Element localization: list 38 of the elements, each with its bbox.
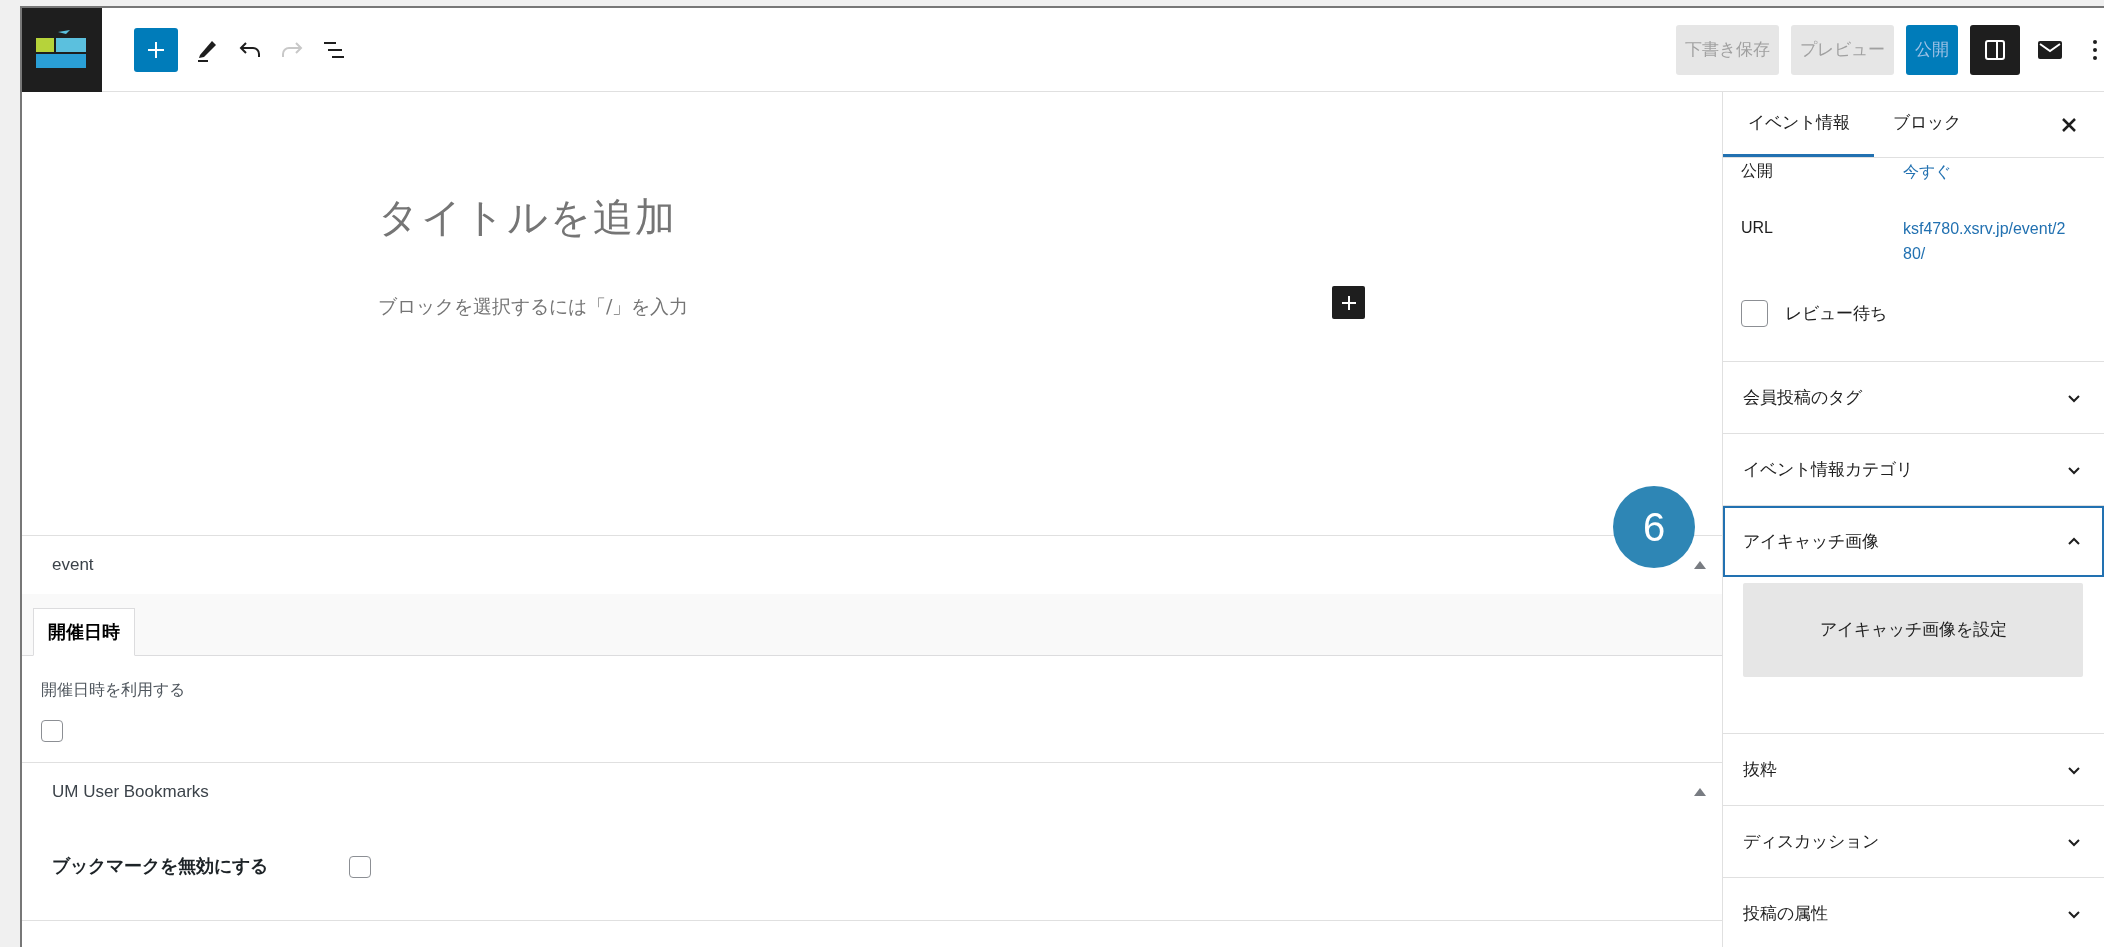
block-placeholder[interactable]: ブロックを選択するには「/」を入力	[378, 292, 689, 321]
panel-header[interactable]: イベント情報カテゴリ	[1723, 434, 2104, 505]
field-label: URL	[1741, 218, 1774, 238]
plus-icon	[146, 39, 166, 60]
checkbox[interactable]	[1741, 300, 1768, 327]
plus-icon	[1340, 294, 1357, 311]
panel-header[interactable]: 抜粋	[1723, 734, 2104, 805]
sidebar-tab[interactable]: イベント情報	[1723, 92, 1874, 157]
panel-header[interactable]: 会員投稿のタグ	[1723, 362, 2104, 433]
checkbox[interactable]	[349, 855, 371, 878]
value-link[interactable]: ksf4780.xsrv.jp/event/280/	[1903, 216, 2066, 266]
checkbox[interactable]	[41, 720, 63, 742]
set-image-button[interactable]: アイキャッチ画像を設定	[1743, 583, 2083, 677]
panel-header[interactable]: アイキャッチ画像	[1723, 506, 2104, 577]
envelope-icon[interactable]	[2038, 40, 2062, 59]
panel-header[interactable]: 投稿の属性	[1723, 878, 2104, 947]
checkbox-label[interactable]: レビュー待ち	[1785, 300, 1887, 327]
add-block-button[interactable]	[1332, 286, 1365, 319]
collapse-arrow-icon[interactable]	[1694, 561, 1706, 569]
sidebar-icon	[1983, 37, 2007, 62]
collapse-arrow-icon[interactable]	[1694, 788, 1706, 796]
metabox-title[interactable]: event	[52, 552, 94, 578]
tab[interactable]: 開催日時	[33, 608, 135, 656]
panel-header[interactable]: ディスカッション	[1723, 806, 2104, 877]
site-logo[interactable]	[22, 7, 102, 92]
sidebar-toggle-button[interactable]	[1970, 24, 2020, 75]
sidebar-tab[interactable]: ブロック	[1874, 92, 1980, 157]
value-link[interactable]: 今すぐ	[1903, 159, 2066, 184]
close-icon[interactable]	[2062, 117, 2076, 132]
undo-icon[interactable]	[238, 39, 262, 60]
field-label: 公開	[1741, 161, 1774, 181]
step-badge: 6	[1613, 486, 1695, 568]
field-label: ブックマークを無効にする	[52, 855, 269, 878]
more-options-icon[interactable]	[2092, 38, 2098, 61]
metabox-title[interactable]: UM User Bookmarks	[52, 779, 209, 805]
title-field[interactable]: タイトルを追加	[378, 187, 677, 247]
list-view-icon[interactable]	[322, 39, 346, 60]
field-label: 開催日時を利用する	[41, 680, 186, 700]
